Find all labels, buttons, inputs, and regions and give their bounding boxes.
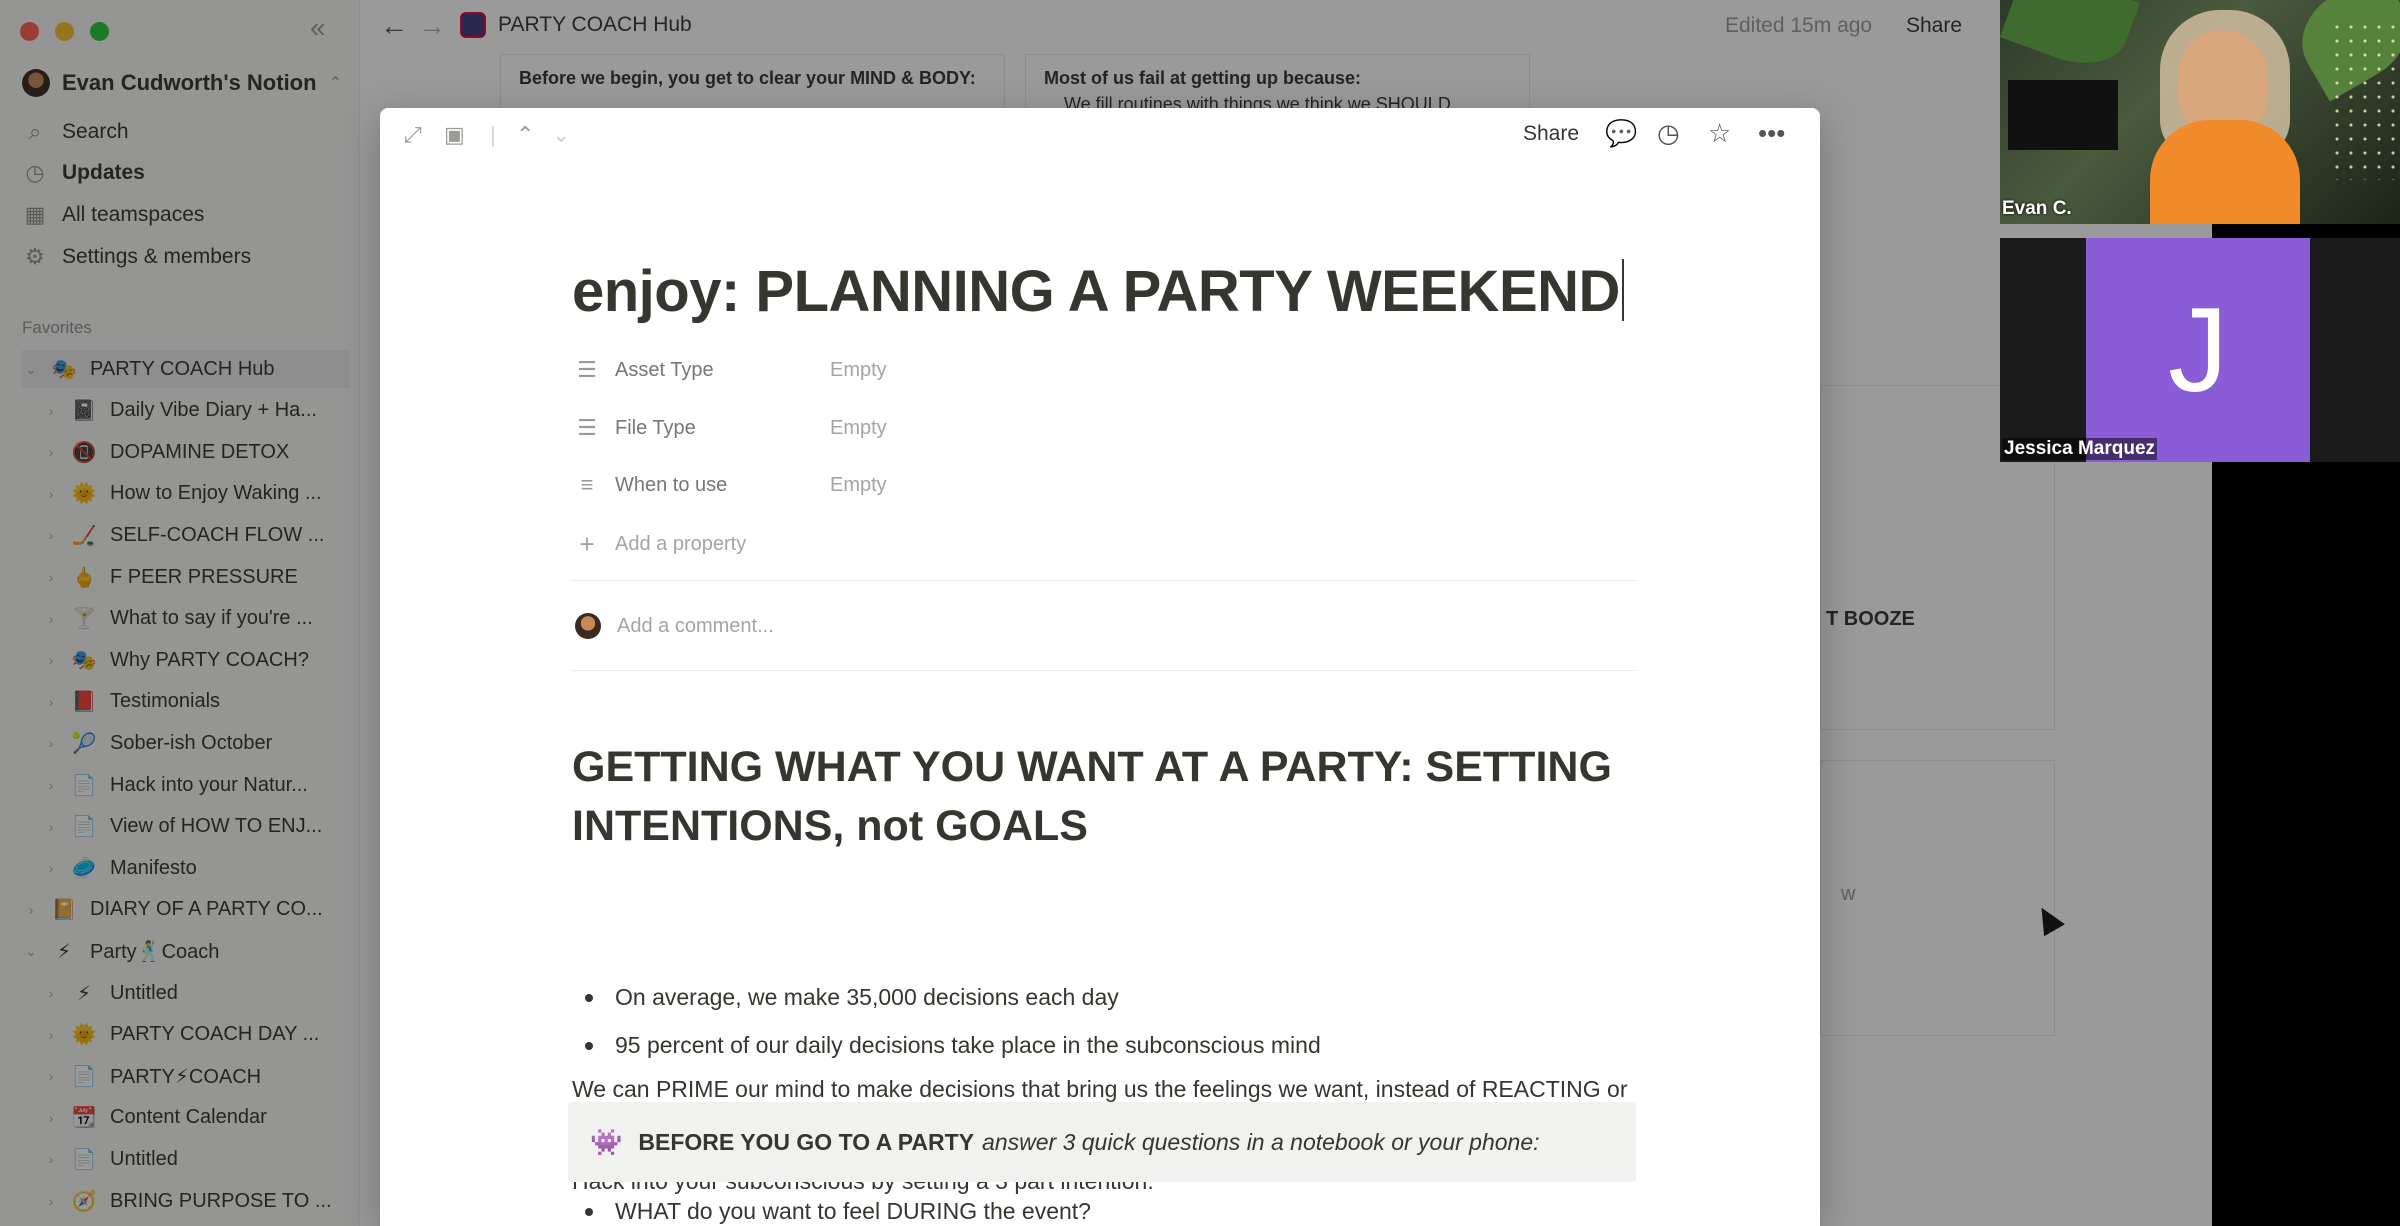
avatar <box>575 613 601 639</box>
screen: « Evan Cudworth's Notion ⌃ ⌕ Search ◷ Up… <box>0 0 2400 1226</box>
share-button[interactable]: Share <box>1523 122 1579 146</box>
page-peek-modal: ⤢ ▣ | ⌃ ⌄ Share 💬 ◷ ☆ ••• enjoy: PLANNIN… <box>380 108 1820 1226</box>
list-item-text: WHAT do you want to feel DURING the even… <box>615 1198 1091 1224</box>
star-icon[interactable]: ☆ <box>1708 118 1731 149</box>
notion-app: « Evan Cudworth's Notion ⌃ ⌕ Search ◷ Up… <box>0 0 2212 1226</box>
comment-placeholder: Add a comment... <box>617 614 774 637</box>
side-peek-icon[interactable]: ▣ <box>444 122 465 148</box>
list-icon: ☰ <box>577 357 597 382</box>
alien-monster-icon: 👾 <box>590 1126 623 1157</box>
property-value[interactable]: Empty <box>830 359 887 382</box>
plus-icon: + <box>579 528 595 559</box>
participant-initial-avatar: J <box>2086 238 2310 462</box>
property-value[interactable]: Empty <box>830 417 887 440</box>
plant-leaf <box>2000 0 2141 79</box>
text-caret <box>1621 259 1624 321</box>
add-property-button[interactable]: + Add a property <box>575 524 746 564</box>
property-name: When to use <box>615 473 728 496</box>
add-property-label: Add a property <box>615 532 747 555</box>
bullet-dot <box>585 993 593 1002</box>
list-item-text: On average, we make 35,000 decisions eac… <box>615 984 1119 1010</box>
string-lights <box>2330 20 2400 180</box>
participant-name: Jessica Marquez <box>2002 438 2158 460</box>
page-title[interactable]: enjoy: PLANNING A PARTY WEEKEND <box>572 258 1624 325</box>
page-title-text: enjoy: PLANNING A PARTY WEEKEND <box>572 259 1620 324</box>
callout-italic-text: answer 3 quick questions in a notebook o… <box>982 1128 1540 1155</box>
chevron-up-icon[interactable]: ⌃ <box>516 122 534 148</box>
history-clock-icon[interactable]: ◷ <box>1657 118 1680 149</box>
list-item-text: 95 percent of our daily decisions take p… <box>615 1032 1321 1058</box>
text-lines-icon: ≡ <box>580 472 594 497</box>
list-icon: ☰ <box>577 415 597 440</box>
property-name: Asset Type <box>615 358 714 381</box>
divider <box>570 670 1636 671</box>
section-heading[interactable]: GETTING WHAT YOU WANT AT A PARTY: SETTIN… <box>572 738 1652 856</box>
list-item[interactable]: On average, we make 35,000 decisions eac… <box>585 984 1119 1011</box>
comment-input[interactable]: Add a comment... <box>575 606 774 646</box>
divider-line: | <box>490 122 496 147</box>
callout-bold-text: BEFORE YOU GO TO A PARTY <box>638 1128 975 1155</box>
comment-icon[interactable]: 💬 <box>1605 118 1637 149</box>
property-value[interactable]: Empty <box>830 474 887 497</box>
black-region <box>2212 462 2400 1226</box>
more-options-icon[interactable]: ••• <box>1758 118 1785 149</box>
property-asset-type[interactable]: ☰ Asset Type Empty <box>575 350 887 390</box>
bullet-dot <box>585 1041 593 1050</box>
expand-icon[interactable]: ⤢ <box>404 122 422 148</box>
property-file-type[interactable]: ☰ File Type Empty <box>575 408 887 448</box>
bullet-dot <box>585 1207 593 1216</box>
video-tile-evan[interactable]: Evan C. <box>2000 0 2400 224</box>
callout-block[interactable]: 👾 BEFORE YOU GO TO A PARTY answer 3 quic… <box>568 1102 1636 1182</box>
person-shirt <box>2150 120 2300 224</box>
list-item[interactable]: WHAT do you want to feel DURING the even… <box>585 1198 1091 1225</box>
property-name: File Type <box>615 416 696 439</box>
list-item[interactable]: 95 percent of our daily decisions take p… <box>585 1032 1321 1059</box>
chevron-down-icon[interactable]: ⌄ <box>552 122 570 148</box>
participant-name: Evan C. <box>2002 198 2072 219</box>
divider <box>570 580 1636 581</box>
property-when-to-use[interactable]: ≡ When to use Empty <box>575 465 887 505</box>
video-tile-jessica[interactable]: J Jessica Marquez <box>2000 238 2400 462</box>
tv-screen <box>2008 80 2118 150</box>
